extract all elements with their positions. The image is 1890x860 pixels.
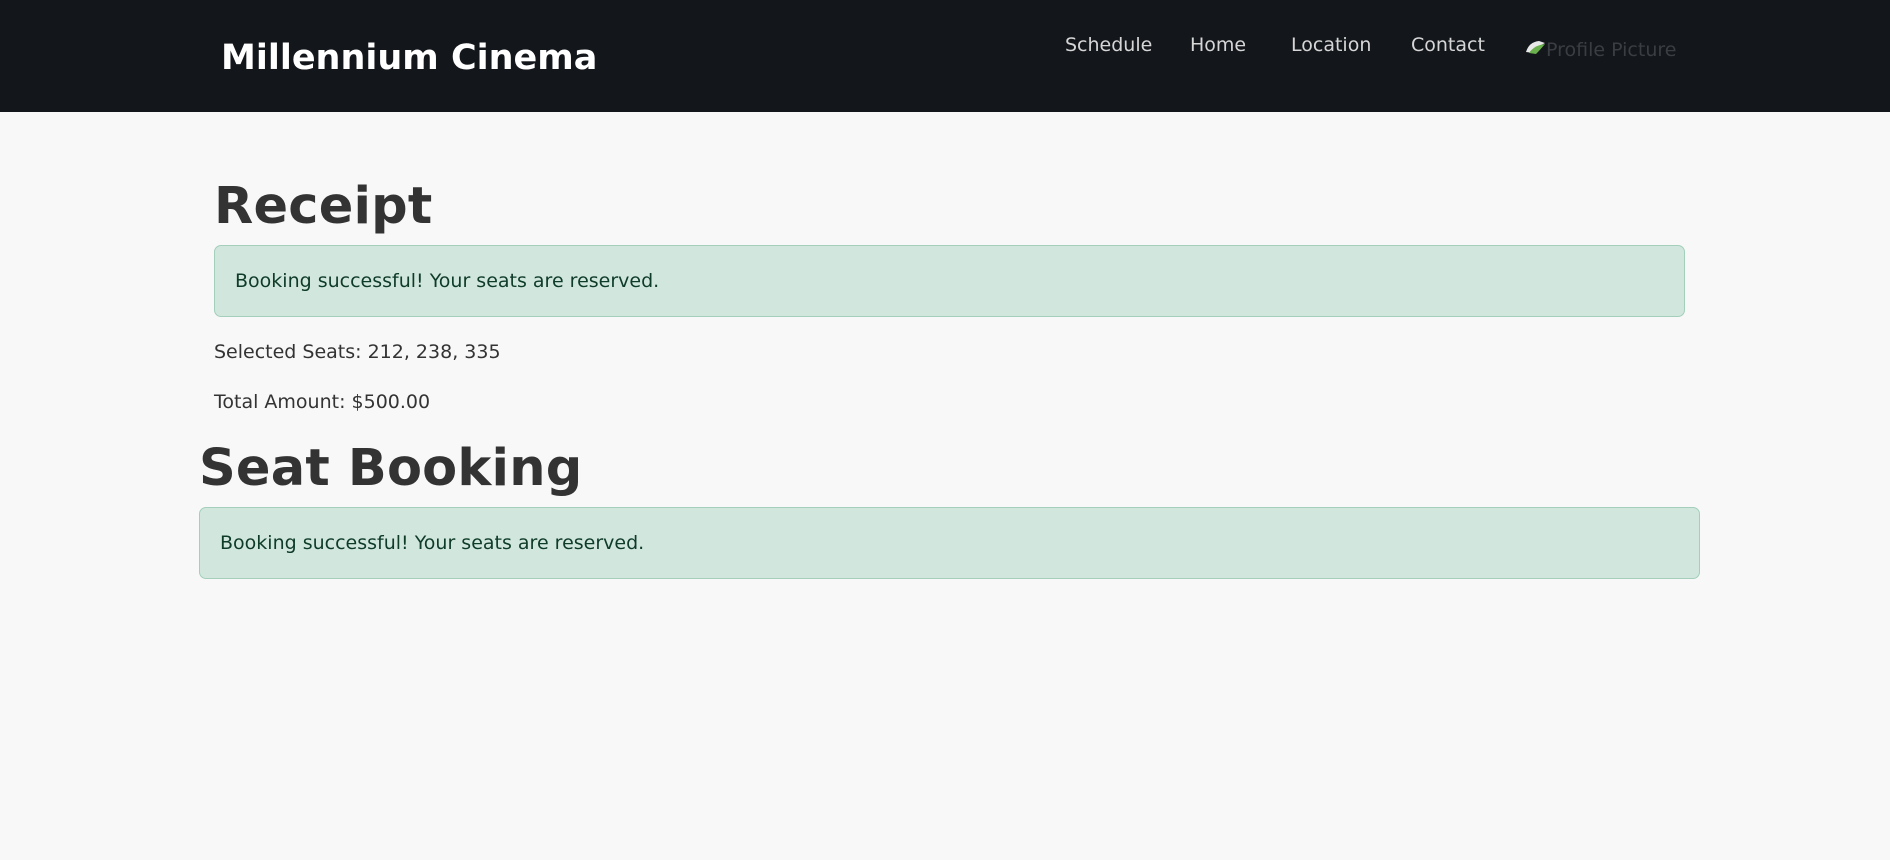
- receipt-alert-text: Booking successful! Your seats are reser…: [235, 270, 660, 292]
- broken-image-icon: [1525, 40, 1546, 56]
- nav-link-contact[interactable]: Contact: [1411, 34, 1485, 56]
- receipt-title: Receipt: [214, 177, 433, 236]
- nav-link-location[interactable]: Location: [1291, 34, 1371, 56]
- profile-picture-link[interactable]: Profile Picture: [1525, 35, 1676, 61]
- brand-link[interactable]: Millennium Cinema: [221, 38, 597, 78]
- receipt-success-alert: Booking successful! Your seats are reser…: [214, 245, 1685, 317]
- nav-link-home[interactable]: Home: [1190, 34, 1246, 56]
- total-amount: Total Amount: $500.00: [214, 391, 431, 413]
- profile-picture-alt-text: Profile Picture: [1546, 39, 1677, 61]
- seat-booking-success-alert: Booking successful! Your seats are reser…: [199, 507, 1700, 579]
- selected-seats: Selected Seats: 212, 238, 335: [214, 341, 501, 363]
- navbar: Millennium Cinema Schedule Home Location…: [0, 0, 1890, 112]
- seat-booking-alert-text: Booking successful! Your seats are reser…: [220, 532, 645, 554]
- nav-link-schedule[interactable]: Schedule: [1065, 34, 1152, 56]
- seat-booking-title: Seat Booking: [199, 439, 583, 498]
